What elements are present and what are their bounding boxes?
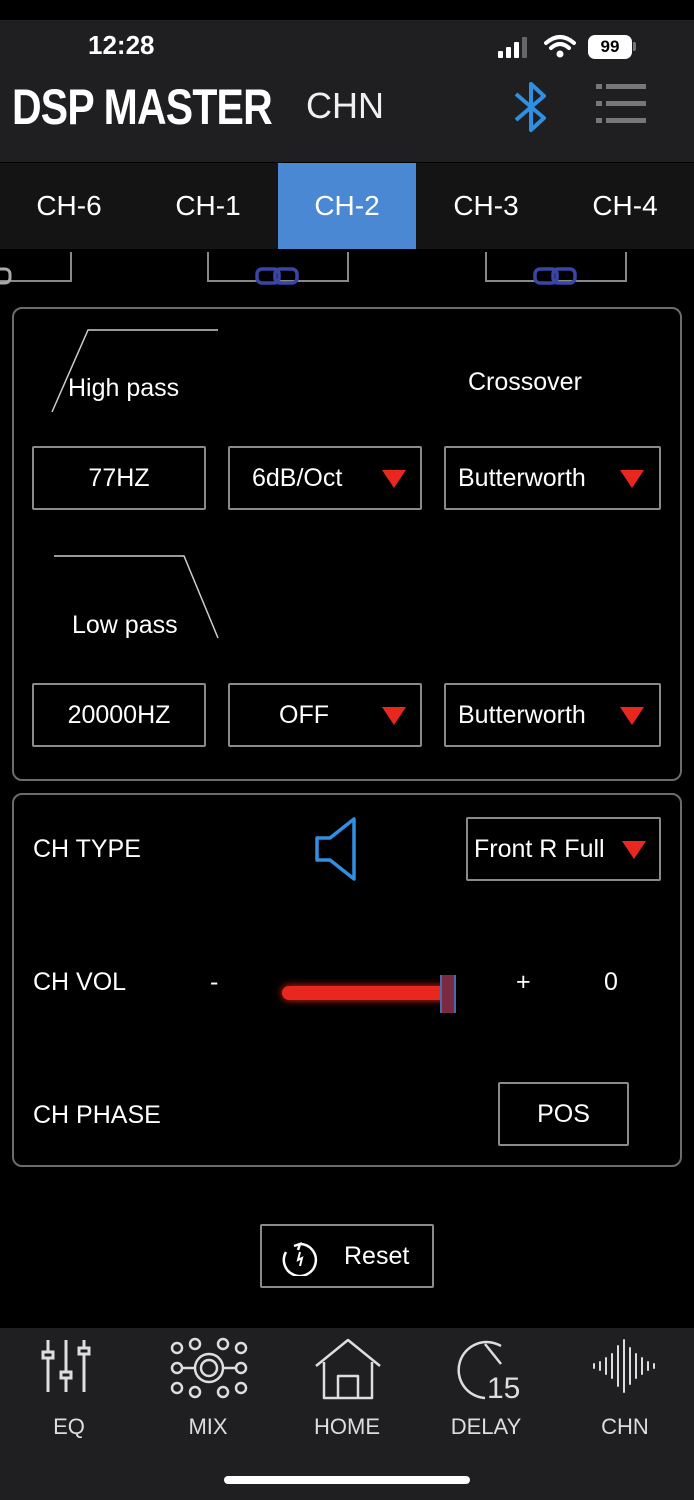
tab-ch-3[interactable]: CH-3 [417, 163, 555, 249]
link-icon[interactable] [255, 266, 299, 286]
low-pass-frequency-field[interactable]: 20000HZ [32, 683, 206, 747]
ch-phase-button[interactable]: POS [498, 1082, 629, 1146]
bluetooth-icon[interactable] [510, 78, 552, 138]
signal-icon [498, 37, 527, 58]
nav-eq-label: EQ [53, 1414, 85, 1439]
tab-ch-2[interactable]: CH-2 [278, 163, 416, 249]
battery-cap [633, 42, 636, 51]
vol-value: 0 [604, 968, 618, 996]
page-label: CHN [306, 85, 384, 126]
reset-icon [282, 1242, 318, 1276]
low-pass-frequency-value: 20000HZ [67, 701, 171, 729]
dropdown-arrow-icon [622, 841, 646, 859]
delay-timer-icon: 15 [457, 1340, 520, 1402]
wifi-icon [544, 35, 576, 58]
status-time: 12:28 [88, 30, 155, 60]
crossover-title: Crossover [468, 368, 582, 396]
low-pass-label: Low pass [72, 611, 178, 639]
vol-plus-button[interactable]: + [516, 968, 531, 997]
app-title: DSP MASTER [12, 79, 273, 135]
dropdown-arrow-icon [382, 707, 406, 725]
mix-network-icon [170, 1337, 248, 1399]
low-pass-slope-dropdown[interactable]: OFF [228, 683, 422, 747]
nav-delay[interactable]: 15 DELAY [417, 1336, 555, 1456]
high-pass-frequency-field[interactable]: 77HZ [32, 446, 206, 510]
waveform-icon [593, 1339, 655, 1393]
reset-button[interactable]: Reset [260, 1224, 434, 1288]
dropdown-arrow-icon [382, 470, 406, 488]
nav-chn-label: CHN [601, 1414, 649, 1439]
high-pass-frequency-value: 77HZ [88, 464, 150, 492]
ch-vol-label: CH VOL [33, 968, 127, 996]
nav-home[interactable]: HOME [278, 1336, 416, 1456]
nav-mix-label: MIX [188, 1414, 228, 1439]
speaker-icon [315, 817, 356, 881]
ch-phase-value: POS [537, 1100, 590, 1128]
home-icon [315, 1338, 381, 1400]
eq-sliders-icon [41, 1340, 91, 1392]
nav-chn[interactable]: CHN [556, 1336, 694, 1456]
nav-eq[interactable]: EQ [0, 1336, 138, 1456]
low-pass-type-dropdown[interactable]: Butterworth [444, 683, 661, 747]
reset-label: Reset [344, 1242, 410, 1270]
link-icon[interactable] [0, 266, 22, 286]
nav-mix[interactable]: MIX [139, 1336, 277, 1456]
battery-icon: 99 [588, 35, 632, 59]
tab-ch-1[interactable]: CH-1 [139, 163, 277, 249]
low-pass-slope-value: OFF [279, 701, 329, 729]
dropdown-arrow-icon [620, 707, 644, 725]
ch-type-label: CH TYPE [33, 835, 141, 863]
tab-ch-6[interactable]: CH-6 [0, 163, 138, 249]
home-indicator [224, 1476, 470, 1484]
ch-phase-label: CH PHASE [33, 1101, 161, 1129]
high-pass-slope-dropdown[interactable]: 6dB/Oct [228, 446, 422, 510]
vol-slider-track[interactable] [282, 986, 450, 1000]
vol-slider-fill [282, 986, 450, 1000]
dropdown-arrow-icon [620, 470, 644, 488]
high-pass-label: High pass [68, 374, 180, 402]
nav-delay-label: DELAY [450, 1414, 522, 1439]
ch-type-dropdown[interactable]: Front R Full [466, 817, 661, 881]
menu-icon[interactable] [596, 82, 646, 126]
nav-home-label: HOME [314, 1414, 380, 1439]
tab-ch-4[interactable]: CH-4 [556, 163, 694, 249]
vol-slider-knob[interactable] [440, 975, 456, 1013]
vol-minus-button[interactable]: - [210, 968, 218, 997]
high-pass-type-dropdown[interactable]: Butterworth [444, 446, 661, 510]
delay-badge: 15 [487, 1372, 520, 1402]
link-icon[interactable] [533, 266, 577, 286]
